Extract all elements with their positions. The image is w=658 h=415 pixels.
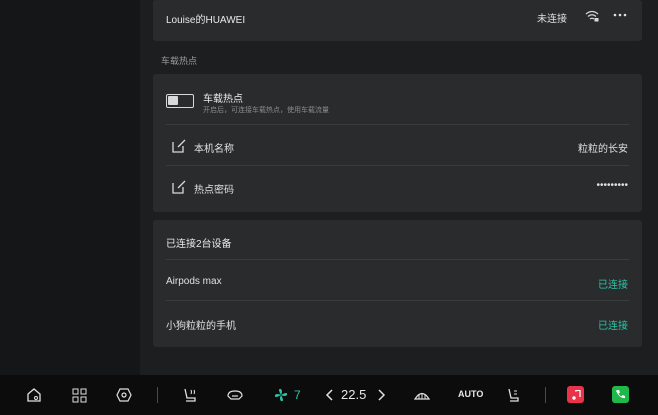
bottom-dock: 7 22.5 AUTO [0,375,658,415]
temperature-value: 22.5 [341,387,367,402]
windshield-defrost-icon[interactable] [413,386,431,404]
divider [166,259,629,260]
connected-devices-card: 已连接2台设备 Airpods max 已连接 小狗粒粒的手机 已连接 [153,220,642,347]
dock-divider [157,387,158,403]
settings-hexagon-icon[interactable] [115,386,133,404]
hotspot-password-label: 热点密码 [194,185,234,196]
temp-increase-icon[interactable] [372,386,390,404]
wifi-network-row[interactable]: Louise的HUAWEI 未连接 [153,0,642,41]
more-options-icon[interactable] [612,8,628,22]
hotspot-toggle[interactable] [166,94,194,108]
phone-app-icon[interactable] [612,386,629,403]
hotspot-section-title: 车载热点 [161,56,198,66]
hotspot-card: 车载热点 开启后，可连接车载热点，使用车载流量 本机名称 粒粒的长安 热点密码 … [153,74,642,212]
divider [166,124,629,125]
dock-divider [545,387,546,403]
connected-devices-title: 已连接2台设备 [166,239,232,250]
apps-grid-icon[interactable] [70,386,88,404]
device-item-name: 小狗粒粒的手机 [166,321,236,332]
device-item-status: 已连接 [598,321,628,332]
edit-icon [172,180,186,194]
divider [166,165,629,166]
home-icon[interactable] [25,386,43,404]
air-circulation-icon[interactable] [226,386,244,404]
left-panel [0,0,140,375]
seat-heat-icon[interactable] [181,386,199,404]
temp-decrease-icon[interactable] [321,386,339,404]
hotspot-subtitle: 开启后，可连接车载热点，使用车载流量 [203,107,329,114]
hotspot-settings-panel: Louise的HUAWEI 未连接 车载热点 车载热点 开启后，可连接车载热点，… [140,0,658,375]
device-item-name: Airpods max [166,276,222,287]
toggle-knob [168,96,178,105]
wifi-network-name: Louise的HUAWEI [166,15,246,26]
hotspot-title: 车载热点 [203,94,243,105]
wifi-lock-icon [585,10,599,22]
seat-ventilation-icon[interactable] [504,386,522,404]
hotspot-password-value: ••••••••• [596,180,628,191]
device-name-value: 粒粒的长安 [578,144,628,155]
device-item-status: 已连接 [598,280,628,291]
divider [166,300,629,301]
edit-icon [172,139,186,153]
device-name-label: 本机名称 [194,144,234,155]
auto-climate-button[interactable]: AUTO [458,389,483,399]
fan-level: 7 [294,388,301,402]
wifi-connection-status: 未连接 [537,14,567,25]
music-app-icon[interactable] [567,386,584,403]
fan-icon[interactable] [272,386,290,404]
